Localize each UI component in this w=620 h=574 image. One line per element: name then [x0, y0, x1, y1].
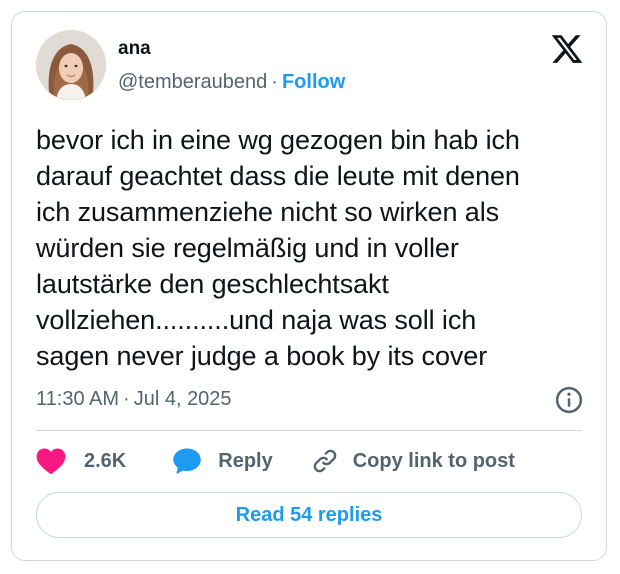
tweet-date: Jul 4, 2025 [133, 388, 232, 410]
speech-bubble-icon [173, 448, 201, 475]
handle-separator: · [271, 71, 278, 93]
author-name[interactable]: ana [118, 38, 151, 60]
x-logo-icon[interactable] [550, 32, 584, 66]
divider [36, 430, 582, 431]
info-icon[interactable] [554, 385, 584, 415]
author-handle-row: @temberaubend · Follow [118, 71, 345, 94]
author-handle[interactable]: @temberaubend [118, 71, 267, 93]
reply-button[interactable]: Reply [172, 447, 273, 475]
timestamp-separator: · [123, 388, 130, 410]
like-button[interactable]: 2.6K [36, 447, 126, 475]
follow-button[interactable]: Follow [282, 71, 345, 93]
tweet-text: bevor ich in eine wg gezogen bin hab ich… [36, 125, 520, 371]
read-replies-button[interactable]: Read 54 replies [36, 492, 582, 538]
tweet-timestamp[interactable]: 11:30 AM · Jul 4, 2025 [36, 388, 232, 411]
link-icon [313, 449, 336, 473]
like-count: 2.6K [84, 449, 127, 472]
avatar[interactable] [36, 30, 106, 100]
reply-label: Reply [218, 449, 273, 472]
tweet-time: 11:30 AM [36, 388, 120, 410]
tweet-card: ana @temberaubend · Follow bevor ich in ei… [11, 11, 607, 561]
heart-icon [36, 448, 66, 475]
avatar-image [36, 30, 106, 100]
copy-link-label: Copy link to post [352, 449, 515, 472]
action-bar: 2.6K Reply Copy link to post [36, 444, 515, 478]
copy-link-button[interactable]: Copy link to post [311, 447, 515, 475]
